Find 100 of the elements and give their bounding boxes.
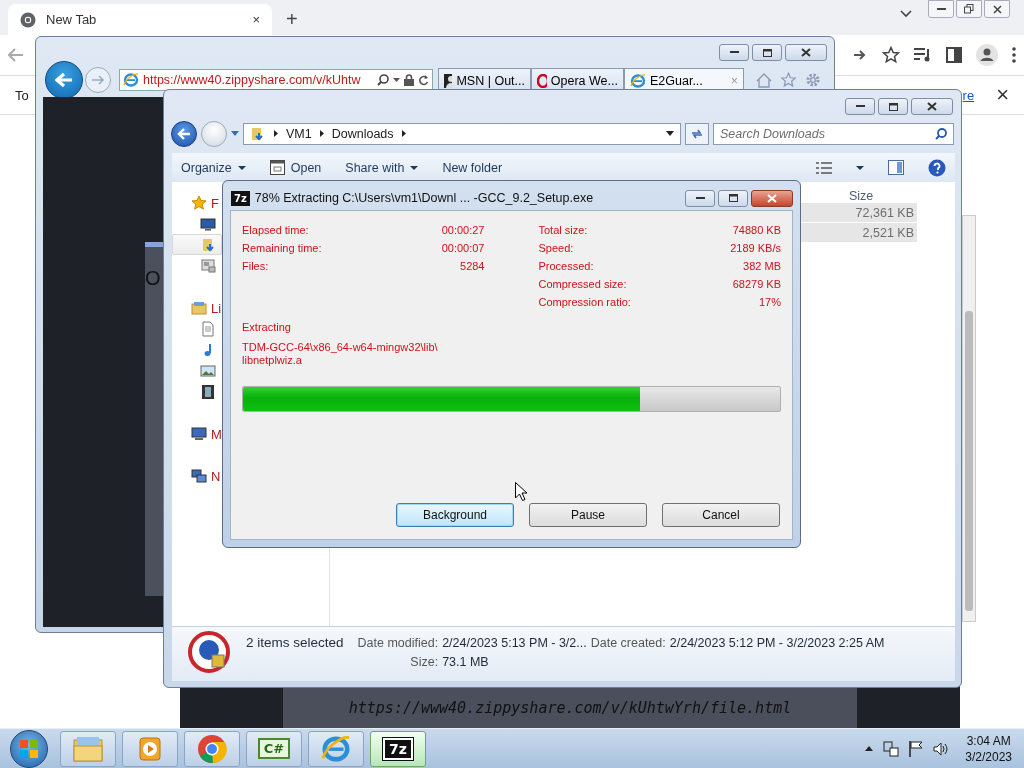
stat-label: Files: — [242, 260, 270, 272]
ie-icon — [321, 733, 351, 764]
breadcrumb-item[interactable]: Downloads — [331, 126, 394, 141]
stat-value: 2189 KB/s — [730, 242, 781, 254]
close-icon — [767, 193, 777, 203]
view-options-icon[interactable] — [816, 161, 832, 174]
dropdown-arrow-icon[interactable] — [666, 131, 674, 136]
chrome-icon — [20, 11, 36, 28]
toolbar-button[interactable]: Open — [269, 160, 322, 175]
app-logo-icon — [188, 631, 230, 673]
stat-value: 00:00:07 — [441, 242, 485, 254]
document-icon — [200, 320, 216, 337]
side-panel-icon[interactable] — [946, 47, 962, 63]
toolbar-button[interactable]: Share with — [345, 160, 419, 175]
close-button[interactable] — [984, 0, 1010, 18]
help-icon[interactable] — [928, 158, 946, 177]
flag-icon[interactable] — [909, 740, 924, 757]
breadcrumb-item[interactable]: VM1 — [286, 126, 312, 141]
dialog-button[interactable]: Background — [396, 503, 514, 527]
minimize-button[interactable] — [719, 44, 749, 61]
taskbar-button[interactable]: 7z — [370, 730, 426, 767]
taskbar-button[interactable] — [184, 730, 240, 767]
chrome-icon — [197, 733, 227, 764]
scrollbar[interactable] — [962, 215, 976, 622]
chevron-right-icon[interactable] — [401, 130, 406, 137]
taskbar-button[interactable] — [308, 730, 364, 767]
start-logo-icon — [19, 738, 39, 759]
profile-icon[interactable] — [976, 44, 998, 66]
more-menu-icon[interactable] — [1012, 47, 1016, 63]
arrow-left-icon — [55, 72, 73, 88]
start-button[interactable] — [10, 729, 48, 768]
mouse-pointer-icon — [515, 482, 527, 501]
chevron-right-icon[interactable] — [274, 130, 278, 137]
toolbar-button[interactable]: New folder — [442, 160, 503, 175]
stat-value: 382 MB — [742, 260, 781, 272]
refresh-icon[interactable] — [418, 74, 429, 86]
window-icon — [269, 160, 285, 175]
field-label: Date created: — [590, 636, 666, 650]
stat-label: Elapsed time: — [242, 224, 310, 236]
monitor-icon — [200, 215, 216, 232]
media-list-icon[interactable] — [914, 48, 932, 62]
new-tab-button[interactable]: + — [286, 8, 298, 31]
browser-tab[interactable]: New Tab × — [8, 4, 272, 35]
taskbar-button[interactable]: C# — [246, 730, 302, 767]
maximize-button[interactable] — [878, 98, 908, 115]
selection-summary: 2 items selected — [246, 635, 344, 650]
arrow-right-icon — [91, 74, 105, 86]
stat-value: 00:00:27 — [441, 224, 485, 236]
folder-icon — [191, 300, 207, 316]
sidebar-item[interactable]: M — [172, 424, 222, 444]
maximize-button[interactable] — [752, 44, 782, 61]
restore-button[interactable] — [956, 0, 982, 18]
browser-tab[interactable]: Opera We... — [531, 68, 624, 92]
stat-label: Speed: — [538, 242, 575, 254]
infobar-text: To — [15, 87, 29, 103]
toolbar-button[interactable]: Organize — [181, 160, 246, 175]
close-button[interactable] — [785, 44, 827, 61]
address-field[interactable]: https://www40.zippyshare.com/v/kUhtw — [119, 69, 433, 91]
window-title: 78% Extracting C:\Users\vm1\Downl ... -GCC_9.2_Setup.exe — [254, 191, 595, 205]
minimize-button[interactable] — [845, 98, 875, 115]
caret-icon — [237, 165, 246, 170]
star-icon[interactable] — [780, 72, 797, 88]
preview-pane-icon[interactable] — [888, 160, 904, 175]
minimize-icon — [729, 51, 739, 54]
chevron-right-icon[interactable] — [319, 130, 324, 137]
star-icon[interactable] — [882, 46, 900, 64]
network-icon[interactable] — [883, 740, 900, 757]
stat-value: 5284 — [459, 260, 485, 272]
minimize-icon — [936, 7, 946, 11]
taskbar-button[interactable] — [122, 730, 178, 767]
clock[interactable]: 3:04 AM 3/2/2023 — [965, 732, 1012, 765]
refresh-button[interactable] — [685, 122, 709, 145]
app-icon: C# — [257, 738, 291, 759]
sidebar-item[interactable]: Li — [172, 298, 222, 318]
sidebar-item[interactable]: F — [172, 193, 219, 213]
infobar-link[interactable]: re — [962, 87, 975, 103]
browser-tab[interactable]: MSN | Out... — [438, 68, 531, 92]
sidebar-item[interactable]: N — [172, 466, 221, 486]
minimize-icon — [695, 196, 705, 200]
chevron-up-icon[interactable] — [865, 746, 874, 751]
close-button[interactable] — [911, 98, 953, 115]
close-button[interactable]: × — [996, 82, 1009, 108]
star-icon — [191, 195, 207, 211]
search-icon[interactable] — [935, 127, 947, 140]
search-icon[interactable] — [377, 74, 389, 86]
dialog-button[interactable]: Pause — [529, 503, 647, 527]
dialog-button[interactable]: Cancel — [662, 503, 780, 527]
address-bar[interactable]: VM1 Downloads — [243, 122, 681, 145]
tab-close-button[interactable]: × — [252, 12, 260, 27]
search-field[interactable]: Search Downloads — [713, 122, 954, 145]
ie-icon — [123, 72, 139, 88]
chevron-down-icon[interactable] — [900, 10, 912, 18]
volume-icon[interactable] — [933, 741, 950, 756]
restore-icon — [964, 4, 974, 14]
dropdown-arrow-icon[interactable] — [393, 78, 400, 82]
download-folder-icon — [201, 236, 217, 253]
page-text: O — [145, 267, 161, 289]
film-icon — [200, 383, 216, 400]
minimize-button[interactable] — [928, 0, 954, 18]
browser-tab[interactable]: E2Guar... × — [624, 68, 744, 92]
